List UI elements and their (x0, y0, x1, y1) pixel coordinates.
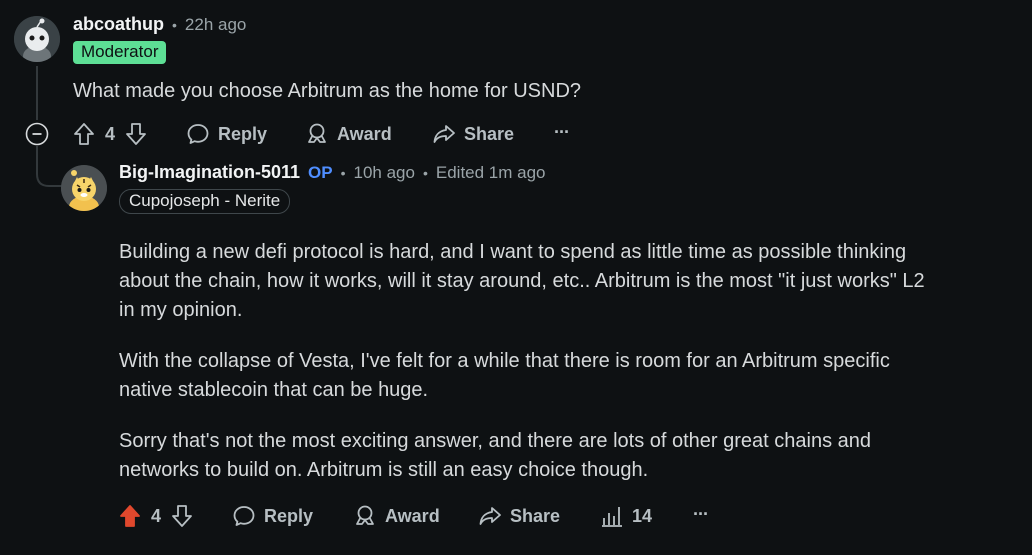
vote-count: 4 (105, 123, 116, 144)
reply-button[interactable]: Reply (232, 504, 313, 528)
share-button[interactable]: Share (478, 504, 560, 528)
comment-body: Building a new defi protocol is hard, an… (119, 238, 1019, 485)
upvote-icon (74, 123, 94, 145)
more-icon: ··· (693, 504, 709, 524)
thread-line[interactable] (36, 66, 38, 120)
reply-label: Reply (218, 123, 268, 144)
more-options-button[interactable]: ··· (554, 122, 570, 143)
username[interactable]: abcoathup (73, 14, 164, 35)
user-flair: Cupojoseph - Nerite (119, 189, 291, 214)
separator-dot: • (340, 164, 346, 181)
timestamp[interactable]: 10h ago (354, 163, 415, 183)
collapse-button[interactable] (25, 122, 49, 146)
comment-text: What made you choose Arbitrum as the hom… (73, 80, 582, 102)
award-icon (356, 505, 374, 525)
insights-count: 14 (632, 505, 653, 526)
reply-icon (187, 124, 209, 144)
upvote-button[interactable] (73, 122, 95, 146)
paragraph-line: in my opinion. (119, 299, 243, 321)
reply-icon (233, 506, 255, 526)
separator-dot: • (422, 164, 428, 181)
paragraph-line: native stablecoin that can be huge. (119, 379, 429, 401)
award-icon (308, 123, 326, 143)
avatar-big-imagination[interactable] (61, 165, 107, 211)
collapse-icon (25, 122, 49, 146)
reply-label: Reply (264, 505, 314, 526)
award-label: Award (337, 123, 392, 144)
more-options-button[interactable]: ··· (693, 504, 709, 525)
share-button[interactable]: Share (432, 122, 514, 146)
award-label: Award (385, 505, 440, 526)
award-button[interactable]: Award (305, 122, 392, 146)
paragraph-line: With the collapse of Vesta, I've felt fo… (119, 350, 890, 372)
op-label: OP (308, 162, 333, 182)
upvote-icon (120, 505, 140, 527)
vote-group: 4 (73, 122, 147, 146)
downvote-icon (172, 505, 192, 527)
separator-dot: • (172, 16, 177, 33)
downvote-button[interactable] (171, 504, 193, 528)
share-icon (433, 125, 455, 143)
award-button[interactable]: Award (353, 504, 440, 528)
insights-button[interactable]: 14 (600, 504, 652, 528)
paragraph-line: Building a new defi protocol is hard, an… (119, 241, 907, 263)
insights-icon (602, 507, 622, 527)
vote-count: 4 (151, 505, 162, 526)
share-icon (479, 507, 501, 525)
share-label: Share (510, 505, 561, 526)
paragraph-line: about the chain, how it works, will it s… (119, 270, 925, 292)
upvote-button[interactable] (119, 504, 141, 528)
downvote-icon (126, 123, 146, 145)
edited-label: Edited 1m ago (435, 162, 546, 182)
paragraph-line: networks to build on. Arbitrum is still … (119, 459, 649, 481)
avatar-abcoathup[interactable] (14, 16, 60, 62)
share-label: Share (464, 123, 515, 144)
username[interactable]: Big-Imagination-5011 (119, 162, 300, 183)
timestamp[interactable]: 22h ago (185, 15, 246, 35)
more-icon: ··· (554, 122, 570, 142)
reply-button[interactable]: Reply (186, 122, 267, 146)
vote-group: 4 (119, 504, 193, 528)
downvote-button[interactable] (125, 122, 147, 146)
moderator-badge: Moderator (73, 41, 167, 64)
paragraph-line: Sorry that's not the most exciting answe… (119, 430, 872, 452)
